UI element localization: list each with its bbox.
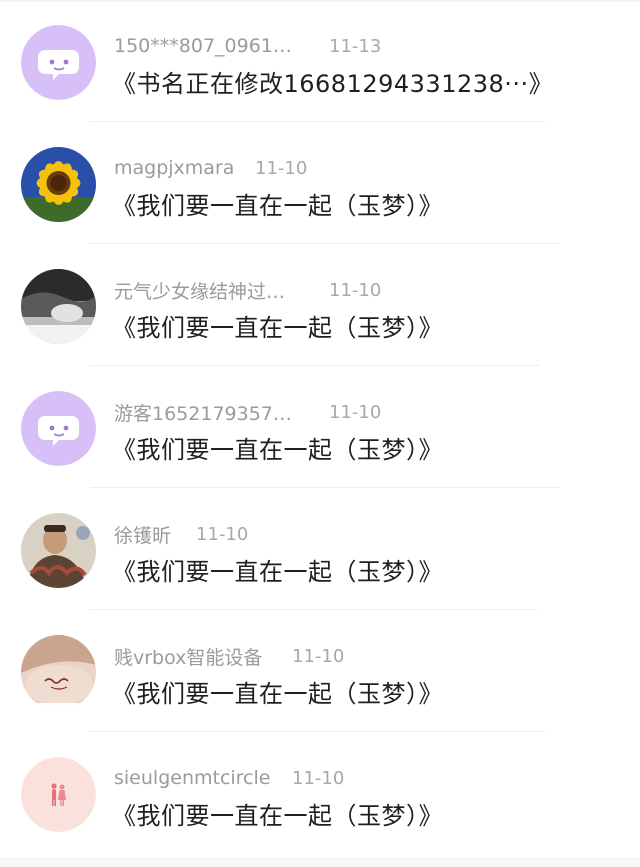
comment-meta: 150***807_0961… 11-13 <box>114 33 381 59</box>
book-title[interactable]: 《我们要一直在一起（玉梦）》 <box>112 308 443 343</box>
username[interactable]: 游客1652179357… <box>114 399 329 426</box>
list-item[interactable]: magpjxmara 11-10 《我们要一直在一起（玉梦）》 <box>0 122 640 244</box>
list-item[interactable]: 元气少女缘结神过… 11-10 《我们要一直在一起（玉梦）》 <box>0 244 640 366</box>
person-photo-avatar-icon[interactable] <box>21 513 96 588</box>
list-item[interactable]: 徐镬昕 11-10 《我们要一直在一起（玉梦）》 <box>0 488 640 610</box>
bw-photo-avatar-icon[interactable] <box>21 269 96 344</box>
book-title[interactable]: 《我们要一直在一起（玉梦）》 <box>112 430 443 465</box>
comment-meta: 元气少女缘结神过… 11-10 <box>114 277 381 303</box>
username[interactable]: 贱vrbox智能设备 <box>114 643 292 670</box>
default-chat-avatar-icon[interactable] <box>21 391 96 466</box>
list-item[interactable]: 150***807_0961… 11-13 《书名正在修改16681294331… <box>0 0 640 122</box>
comment-meta: 游客1652179357… 11-10 <box>114 399 381 425</box>
comment-date: 11-10 <box>292 767 345 789</box>
list-item[interactable]: 游客1652179357… 11-10 《我们要一直在一起（玉梦）》 <box>0 366 640 488</box>
comment-date: 11-10 <box>255 157 308 179</box>
tattoo-photo-avatar-icon[interactable] <box>21 635 96 710</box>
bottom-border <box>0 857 640 867</box>
username[interactable]: 150***807_0961… <box>114 35 329 57</box>
username[interactable]: magpjxmara <box>114 157 255 179</box>
book-title[interactable]: 《书名正在修改16681294331238···》 <box>112 64 553 99</box>
default-chat-avatar-icon[interactable] <box>21 25 96 100</box>
list-item[interactable]: 贱vrbox智能设备 11-10 《我们要一直在一起（玉梦）》 <box>0 610 640 732</box>
username[interactable]: 徐镬昕 <box>114 521 196 548</box>
book-title[interactable]: 《我们要一直在一起（玉梦）》 <box>112 552 443 587</box>
comment-meta: 徐镬昕 11-10 <box>114 521 248 547</box>
comment-date: 11-10 <box>196 523 249 545</box>
comment-date: 11-10 <box>329 401 382 423</box>
comment-date: 11-10 <box>292 645 345 667</box>
sunflower-avatar-icon[interactable] <box>21 147 96 222</box>
comment-date: 11-10 <box>329 279 382 301</box>
book-title[interactable]: 《我们要一直在一起（玉梦）》 <box>112 186 443 221</box>
pink-couple-avatar-icon[interactable] <box>21 757 96 832</box>
comment-date: 11-13 <box>329 35 382 57</box>
comment-meta: magpjxmara 11-10 <box>114 155 307 181</box>
comment-meta: 贱vrbox智能设备 11-10 <box>114 643 344 669</box>
username[interactable]: 元气少女缘结神过… <box>114 277 329 304</box>
book-title[interactable]: 《我们要一直在一起（玉梦）》 <box>112 796 443 831</box>
comment-meta: sieulgenmtcircle 11-10 <box>114 765 344 791</box>
list-item[interactable]: sieulgenmtcircle 11-10 《我们要一直在一起（玉梦）》 <box>0 732 640 854</box>
username[interactable]: sieulgenmtcircle <box>114 767 292 789</box>
book-title[interactable]: 《我们要一直在一起（玉梦）》 <box>112 674 443 709</box>
